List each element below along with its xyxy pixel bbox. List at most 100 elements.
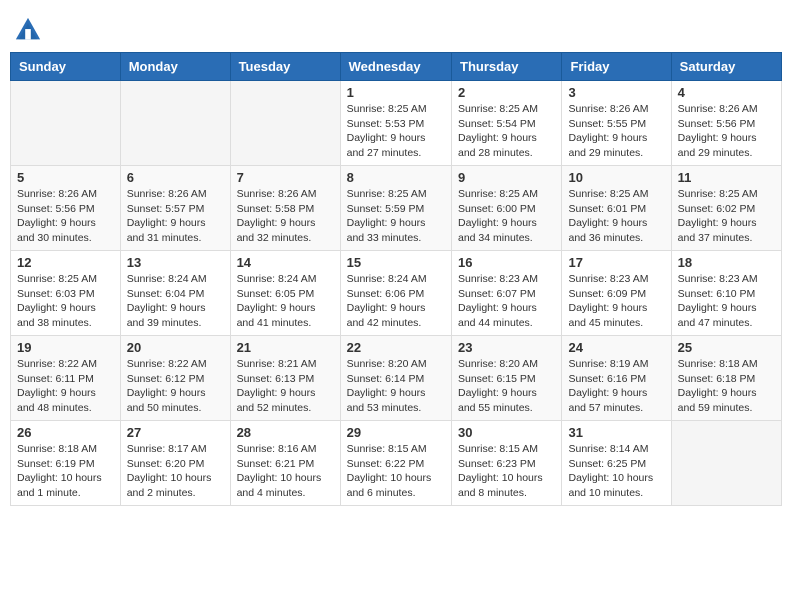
calendar-header-row: SundayMondayTuesdayWednesdayThursdayFrid…: [11, 53, 782, 81]
day-info: Sunrise: 8:20 AM Sunset: 6:14 PM Dayligh…: [347, 357, 445, 416]
day-cell: [671, 421, 781, 506]
day-number: 19: [17, 340, 114, 355]
day-info: Sunrise: 8:24 AM Sunset: 6:05 PM Dayligh…: [237, 272, 334, 331]
day-cell: 1Sunrise: 8:25 AM Sunset: 5:53 PM Daylig…: [340, 81, 451, 166]
day-header-sunday: Sunday: [11, 53, 121, 81]
day-header-wednesday: Wednesday: [340, 53, 451, 81]
day-cell: 11 Sunrise: 8:25 AM Sunset: 6:02 PM Dayli…: [671, 166, 781, 251]
day-info: Sunrise: 8:17 AM Sunset: 6:20 PM Dayligh…: [127, 442, 224, 501]
day-info: Sunrise: 8:25 AM Sunset: 6:00 PM Dayligh…: [458, 187, 555, 246]
day-number: 4: [678, 85, 775, 100]
day-number: 30: [458, 425, 555, 440]
day-number: 7: [237, 170, 334, 185]
day-cell: 26 Sunrise: 8:18 AM Sunset: 6:19 PM Dayli…: [11, 421, 121, 506]
day-cell: 29 Sunrise: 8:15 AM Sunset: 6:22 PM Dayli…: [340, 421, 451, 506]
day-cell: 6Sunrise: 8:26 AM Sunset: 5:57 PM Daylig…: [120, 166, 230, 251]
day-number: 2: [458, 85, 555, 100]
day-number: 28: [237, 425, 334, 440]
day-cell: 3 Sunrise: 8:26 AM Sunset: 5:55 PM Daylig…: [562, 81, 671, 166]
logo-icon: [14, 16, 42, 44]
day-number: 16: [458, 255, 555, 270]
day-cell: 12 Sunrise: 8:25 AM Sunset: 6:03 PM Dayli…: [11, 251, 121, 336]
day-info: Sunrise: 8:16 AM Sunset: 6:21 PM Dayligh…: [237, 442, 334, 501]
day-cell: 30Sunrise: 8:15 AM Sunset: 6:23 PM Dayli…: [452, 421, 562, 506]
day-info: Sunrise: 8:26 AM Sunset: 5:55 PM Dayligh…: [568, 102, 664, 161]
day-info: Sunrise: 8:25 AM Sunset: 6:03 PM Dayligh…: [17, 272, 114, 331]
day-cell: 19 Sunrise: 8:22 AM Sunset: 6:11 PM Dayli…: [11, 336, 121, 421]
day-cell: 15Sunrise: 8:24 AM Sunset: 6:06 PM Dayli…: [340, 251, 451, 336]
day-number: 21: [237, 340, 334, 355]
day-number: 25: [678, 340, 775, 355]
day-info: Sunrise: 8:23 AM Sunset: 6:07 PM Dayligh…: [458, 272, 555, 331]
day-cell: [120, 81, 230, 166]
day-info: Sunrise: 8:25 AM Sunset: 5:54 PM Dayligh…: [458, 102, 555, 161]
day-info: Sunrise: 8:22 AM Sunset: 6:11 PM Dayligh…: [17, 357, 114, 416]
day-number: 14: [237, 255, 334, 270]
day-info: Sunrise: 8:19 AM Sunset: 6:16 PM Dayligh…: [568, 357, 664, 416]
day-cell: 22 Sunrise: 8:20 AM Sunset: 6:14 PM Dayli…: [340, 336, 451, 421]
day-number: 23: [458, 340, 555, 355]
day-cell: 21 Sunrise: 8:21 AM Sunset: 6:13 PM Dayli…: [230, 336, 340, 421]
day-cell: 25 Sunrise: 8:18 AM Sunset: 6:18 PM Dayli…: [671, 336, 781, 421]
day-number: 10: [568, 170, 664, 185]
day-info: Sunrise: 8:25 AM Sunset: 6:02 PM Dayligh…: [678, 187, 775, 246]
day-cell: 8 Sunrise: 8:25 AM Sunset: 5:59 PM Daylig…: [340, 166, 451, 251]
day-info: Sunrise: 8:24 AM Sunset: 6:04 PM Dayligh…: [127, 272, 224, 331]
day-header-friday: Friday: [562, 53, 671, 81]
day-cell: 27 Sunrise: 8:17 AM Sunset: 6:20 PM Dayli…: [120, 421, 230, 506]
week-row-3: 12 Sunrise: 8:25 AM Sunset: 6:03 PM Dayli…: [11, 251, 782, 336]
day-cell: 2 Sunrise: 8:25 AM Sunset: 5:54 PM Daylig…: [452, 81, 562, 166]
day-number: 13: [127, 255, 224, 270]
day-info: Sunrise: 8:18 AM Sunset: 6:19 PM Dayligh…: [17, 442, 114, 501]
day-info: Sunrise: 8:21 AM Sunset: 6:13 PM Dayligh…: [237, 357, 334, 416]
day-number: 26: [17, 425, 114, 440]
day-info: Sunrise: 8:22 AM Sunset: 6:12 PM Dayligh…: [127, 357, 224, 416]
day-number: 9: [458, 170, 555, 185]
calendar: SundayMondayTuesdayWednesdayThursdayFrid…: [10, 52, 782, 506]
day-cell: 14 Sunrise: 8:24 AM Sunset: 6:05 PM Dayli…: [230, 251, 340, 336]
day-info: Sunrise: 8:23 AM Sunset: 6:10 PM Dayligh…: [678, 272, 775, 331]
day-cell: 10 Sunrise: 8:25 AM Sunset: 6:01 PM Dayli…: [562, 166, 671, 251]
week-row-1: 1Sunrise: 8:25 AM Sunset: 5:53 PM Daylig…: [11, 81, 782, 166]
day-cell: 23 Sunrise: 8:20 AM Sunset: 6:15 PM Dayli…: [452, 336, 562, 421]
day-info: Sunrise: 8:26 AM Sunset: 5:56 PM Dayligh…: [678, 102, 775, 161]
day-number: 18: [678, 255, 775, 270]
day-cell: 13 Sunrise: 8:24 AM Sunset: 6:04 PM Dayli…: [120, 251, 230, 336]
day-number: 12: [17, 255, 114, 270]
day-header-tuesday: Tuesday: [230, 53, 340, 81]
day-number: 15: [347, 255, 445, 270]
day-cell: 31 Sunrise: 8:14 AM Sunset: 6:25 PM Dayli…: [562, 421, 671, 506]
day-info: Sunrise: 8:25 AM Sunset: 5:59 PM Dayligh…: [347, 187, 445, 246]
day-number: 8: [347, 170, 445, 185]
day-number: 3: [568, 85, 664, 100]
day-number: 20: [127, 340, 224, 355]
week-row-4: 19 Sunrise: 8:22 AM Sunset: 6:11 PM Dayli…: [11, 336, 782, 421]
day-cell: 28 Sunrise: 8:16 AM Sunset: 6:21 PM Dayli…: [230, 421, 340, 506]
day-number: 31: [568, 425, 664, 440]
day-info: Sunrise: 8:15 AM Sunset: 6:22 PM Dayligh…: [347, 442, 445, 501]
week-row-2: 5 Sunrise: 8:26 AM Sunset: 5:56 PM Daylig…: [11, 166, 782, 251]
day-info: Sunrise: 8:14 AM Sunset: 6:25 PM Dayligh…: [568, 442, 664, 501]
day-info: Sunrise: 8:23 AM Sunset: 6:09 PM Dayligh…: [568, 272, 664, 331]
day-cell: 17Sunrise: 8:23 AM Sunset: 6:09 PM Dayli…: [562, 251, 671, 336]
day-header-saturday: Saturday: [671, 53, 781, 81]
day-info: Sunrise: 8:20 AM Sunset: 6:15 PM Dayligh…: [458, 357, 555, 416]
day-number: 27: [127, 425, 224, 440]
day-cell: [230, 81, 340, 166]
day-info: Sunrise: 8:26 AM Sunset: 5:56 PM Dayligh…: [17, 187, 114, 246]
day-info: Sunrise: 8:26 AM Sunset: 5:57 PM Dayligh…: [127, 187, 224, 246]
day-cell: 5 Sunrise: 8:26 AM Sunset: 5:56 PM Daylig…: [11, 166, 121, 251]
day-number: 22: [347, 340, 445, 355]
day-number: 29: [347, 425, 445, 440]
day-cell: [11, 81, 121, 166]
day-cell: 7Sunrise: 8:26 AM Sunset: 5:58 PM Daylig…: [230, 166, 340, 251]
day-number: 11: [678, 170, 775, 185]
day-info: Sunrise: 8:25 AM Sunset: 6:01 PM Dayligh…: [568, 187, 664, 246]
week-row-5: 26 Sunrise: 8:18 AM Sunset: 6:19 PM Dayli…: [11, 421, 782, 506]
day-info: Sunrise: 8:18 AM Sunset: 6:18 PM Dayligh…: [678, 357, 775, 416]
logo: [14, 16, 44, 44]
day-number: 5: [17, 170, 114, 185]
day-cell: 4 Sunrise: 8:26 AM Sunset: 5:56 PM Daylig…: [671, 81, 781, 166]
day-header-thursday: Thursday: [452, 53, 562, 81]
day-info: Sunrise: 8:25 AM Sunset: 5:53 PM Dayligh…: [347, 102, 445, 161]
